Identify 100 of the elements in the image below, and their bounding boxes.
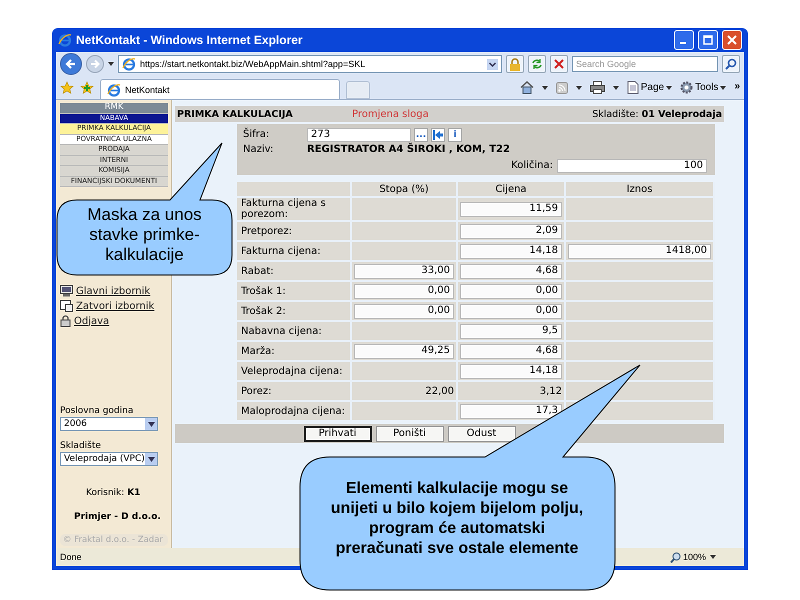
forward-arrow-icon xyxy=(90,59,100,69)
row-label: Veleprodajna cijena: xyxy=(237,362,350,380)
close-icon xyxy=(727,35,737,45)
caret-icon xyxy=(542,86,548,90)
add-favorite-icon[interactable] xyxy=(80,80,94,94)
search-field[interactable]: Search Google xyxy=(572,56,718,72)
menu-link[interactable]: Zatvori izbornik xyxy=(76,300,154,312)
gear-icon xyxy=(680,81,694,94)
info-button[interactable]: i xyxy=(448,128,462,142)
window-title: NetKontakt - Windows Internet Explorer xyxy=(76,33,304,47)
column-header: Iznos xyxy=(566,182,713,196)
refresh-icon xyxy=(531,58,543,70)
field-label: Šifra: xyxy=(243,129,270,140)
minimize-button[interactable] xyxy=(674,30,694,50)
more-commands[interactable]: » xyxy=(734,81,740,92)
row-label: Trošak 2: xyxy=(237,302,350,320)
magnifier-icon xyxy=(670,552,681,562)
home-icon[interactable] xyxy=(520,81,534,94)
value-field[interactable]: 49,25 xyxy=(354,344,454,358)
value-field[interactable]: 4,68 xyxy=(460,264,562,278)
value-field[interactable]: 0,00 xyxy=(354,304,454,318)
code-field[interactable]: 273 xyxy=(307,128,411,142)
close-button[interactable] xyxy=(722,30,742,50)
row-label: Marža: xyxy=(237,342,350,360)
value-field[interactable]: 0,00 xyxy=(460,284,562,298)
caret-icon xyxy=(666,86,672,90)
history-caret-icon xyxy=(108,62,114,66)
year-label: Poslovna godina xyxy=(60,406,134,416)
back-button[interactable] xyxy=(60,53,82,75)
value-field[interactable]: 11,59 xyxy=(460,202,562,216)
row-label: Nabavna cijena: xyxy=(237,322,350,340)
year-select[interactable]: 2006 xyxy=(60,417,158,431)
row-label: Fakturna cijena s porezom: xyxy=(237,198,350,220)
padlock-icon xyxy=(60,315,71,327)
dropdown-icon xyxy=(148,422,154,426)
value-field[interactable]: 33,00 xyxy=(354,264,454,278)
star-icon[interactable] xyxy=(60,80,74,94)
menu-header: RMK xyxy=(60,103,168,114)
row-label: Trošak 1: xyxy=(237,282,350,300)
value-field[interactable]: 0,00 xyxy=(460,304,562,318)
lookup-button[interactable]: ... xyxy=(414,128,428,142)
company-name: Primjer - D d.o.o. xyxy=(74,512,162,522)
value-field[interactable]: 17,3 xyxy=(460,404,562,418)
form-button[interactable]: Odust xyxy=(448,426,516,442)
stop-icon xyxy=(554,59,564,69)
status-text: Done xyxy=(60,552,83,562)
row-label: Rabat: xyxy=(237,262,350,280)
column-header: Cijena xyxy=(458,182,564,196)
caret-icon xyxy=(612,86,619,90)
quantity-field[interactable]: 100 xyxy=(557,158,707,172)
monitor-icon xyxy=(60,285,73,297)
printer-icon[interactable] xyxy=(590,81,605,94)
form-button[interactable]: Poništi xyxy=(376,426,444,442)
caret-icon xyxy=(720,86,726,90)
arrow-to-bar-icon xyxy=(433,130,443,140)
window-icon xyxy=(60,300,73,312)
search-icon xyxy=(725,58,737,70)
address-field[interactable]: https://start.netkontakt.biz/WebAppMain.shtml?app=SKL xyxy=(118,55,502,73)
value-field[interactable]: 9,5 xyxy=(460,324,562,338)
warehouse-text: Skladište: 01 Veleprodaja xyxy=(592,108,722,120)
browser-tab[interactable]: NetKontakt xyxy=(100,79,340,99)
browser-logo-icon xyxy=(107,82,121,96)
field-label: Naziv: xyxy=(243,144,274,155)
feed-icon[interactable] xyxy=(556,82,568,94)
form-button[interactable]: Prihvati xyxy=(304,426,372,442)
caret-icon xyxy=(576,86,582,90)
menu-link[interactable]: Glavni izbornik xyxy=(76,286,150,296)
row-label: Fakturna cijena: xyxy=(237,242,350,260)
callout-text: Maska za unos stavke primke-kalkulacije xyxy=(86,205,203,265)
stop-button[interactable] xyxy=(550,55,568,73)
maximize-button[interactable] xyxy=(698,30,718,50)
row-label: Pretporez: xyxy=(237,222,350,240)
command-menu[interactable]: Page xyxy=(626,81,672,94)
copyright-text: © Fraktal d.o.o. - Zadar xyxy=(60,534,168,546)
value-field[interactable]: 2,09 xyxy=(460,224,562,238)
page-title: PRIMKA KALKULACIJA xyxy=(177,108,294,120)
maximize-icon xyxy=(703,35,713,45)
callout-text: Elementi kalkulacije mogu se unijeti u bilo kojem bijelom polju, program će automatski preračunati sve ostale elemente xyxy=(330,479,584,559)
value-field[interactable]: 4,68 xyxy=(460,344,562,358)
value-field[interactable]: 1418,00 xyxy=(568,244,711,258)
value-field[interactable]: 14,18 xyxy=(460,244,562,258)
refresh-button[interactable] xyxy=(528,55,546,73)
status-text: Promjena sloga xyxy=(352,108,430,120)
search-button[interactable] xyxy=(722,55,740,73)
menu-link[interactable]: Odjava xyxy=(74,316,110,326)
row-label: Porez: xyxy=(237,382,350,400)
user-label: Korisnik: xyxy=(86,488,124,498)
command-menu[interactable]: Tools xyxy=(680,81,726,94)
column-header: Stopa (%) xyxy=(352,182,456,196)
table-cell: 22,00 xyxy=(425,386,454,396)
value-field[interactable]: 14,18 xyxy=(460,364,562,378)
row-label: Maloprodajna cijena: xyxy=(237,402,350,420)
value-field[interactable]: 0,00 xyxy=(354,284,454,298)
zoom-control[interactable]: 100% xyxy=(670,552,706,562)
item-name: REGISTRATOR A4 ŠIROKI , KOM, T22 xyxy=(307,144,510,155)
warehouse-select[interactable]: Veleprodaja (VPC) xyxy=(60,452,158,466)
back-arrow-icon xyxy=(65,58,77,70)
security-button[interactable] xyxy=(506,55,524,73)
browser-logo-icon xyxy=(58,33,72,47)
jump-button[interactable] xyxy=(431,128,445,142)
